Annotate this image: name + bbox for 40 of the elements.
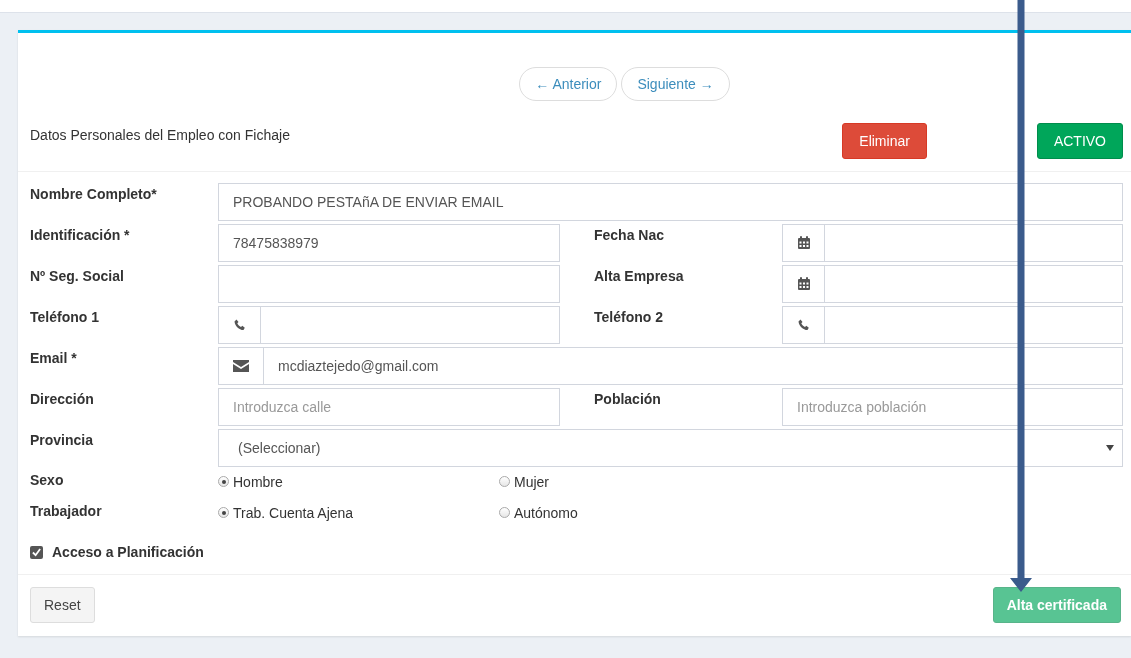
field-label: Teléfono 1 [30, 308, 100, 327]
radio-button[interactable] [218, 507, 229, 518]
radio-option[interactable]: Hombre [218, 472, 499, 498]
radio-button[interactable] [499, 476, 510, 487]
field-label: Trabajador [30, 503, 103, 521]
field-label: Provincia [30, 431, 95, 450]
input-field[interactable]: mcdiaztejedo@gmail.com [218, 347, 1123, 385]
field-label: Nombre Completo* [30, 185, 158, 204]
envelope-icon [233, 360, 249, 372]
input-field[interactable]: PROBANDO PESTAñA DE ENVIAR EMAIL [218, 183, 1123, 221]
field-label: Email * [30, 349, 78, 368]
calendar-icon [796, 277, 811, 291]
field-label: Nº Seg. Social [30, 267, 125, 286]
calendar-icon [796, 236, 811, 250]
pager-button[interactable]: Siguiente → [621, 67, 730, 101]
radio-option[interactable]: Mujer [499, 472, 699, 498]
field-label: Dirección [30, 390, 95, 409]
radio-button[interactable] [218, 476, 229, 487]
select-field[interactable]: (Seleccionar) [218, 429, 1123, 467]
caret-icon [1106, 445, 1114, 451]
field-label: Teléfono 2 [594, 308, 664, 327]
radio-button[interactable] [499, 507, 510, 518]
input-field[interactable]: 78475838979 [218, 224, 560, 262]
field-label: Alta Empresa [594, 267, 685, 286]
field-label: Identificación * [30, 226, 131, 245]
phone-icon [233, 319, 246, 331]
radio-option[interactable]: Autónomo [499, 503, 699, 529]
radio-option[interactable]: Trab. Cuenta Ajena [218, 503, 499, 529]
phone-icon [797, 319, 810, 331]
input-field[interactable] [218, 265, 560, 303]
delete-button[interactable]: Eliminar [842, 123, 927, 159]
checkbox[interactable] [30, 545, 43, 559]
checkbox-option[interactable]: Acceso a Planificación [30, 544, 204, 560]
field-label: Sexo [30, 472, 65, 490]
pager-button[interactable]: ← Anterior [519, 67, 618, 101]
form-title: Datos Personales del Empleo con Fichaje [30, 127, 291, 143]
input-field[interactable] [218, 306, 560, 344]
field-label: Fecha Nac [594, 226, 666, 245]
reset-button[interactable]: Reset [30, 587, 95, 623]
field-label: Población [594, 390, 662, 409]
